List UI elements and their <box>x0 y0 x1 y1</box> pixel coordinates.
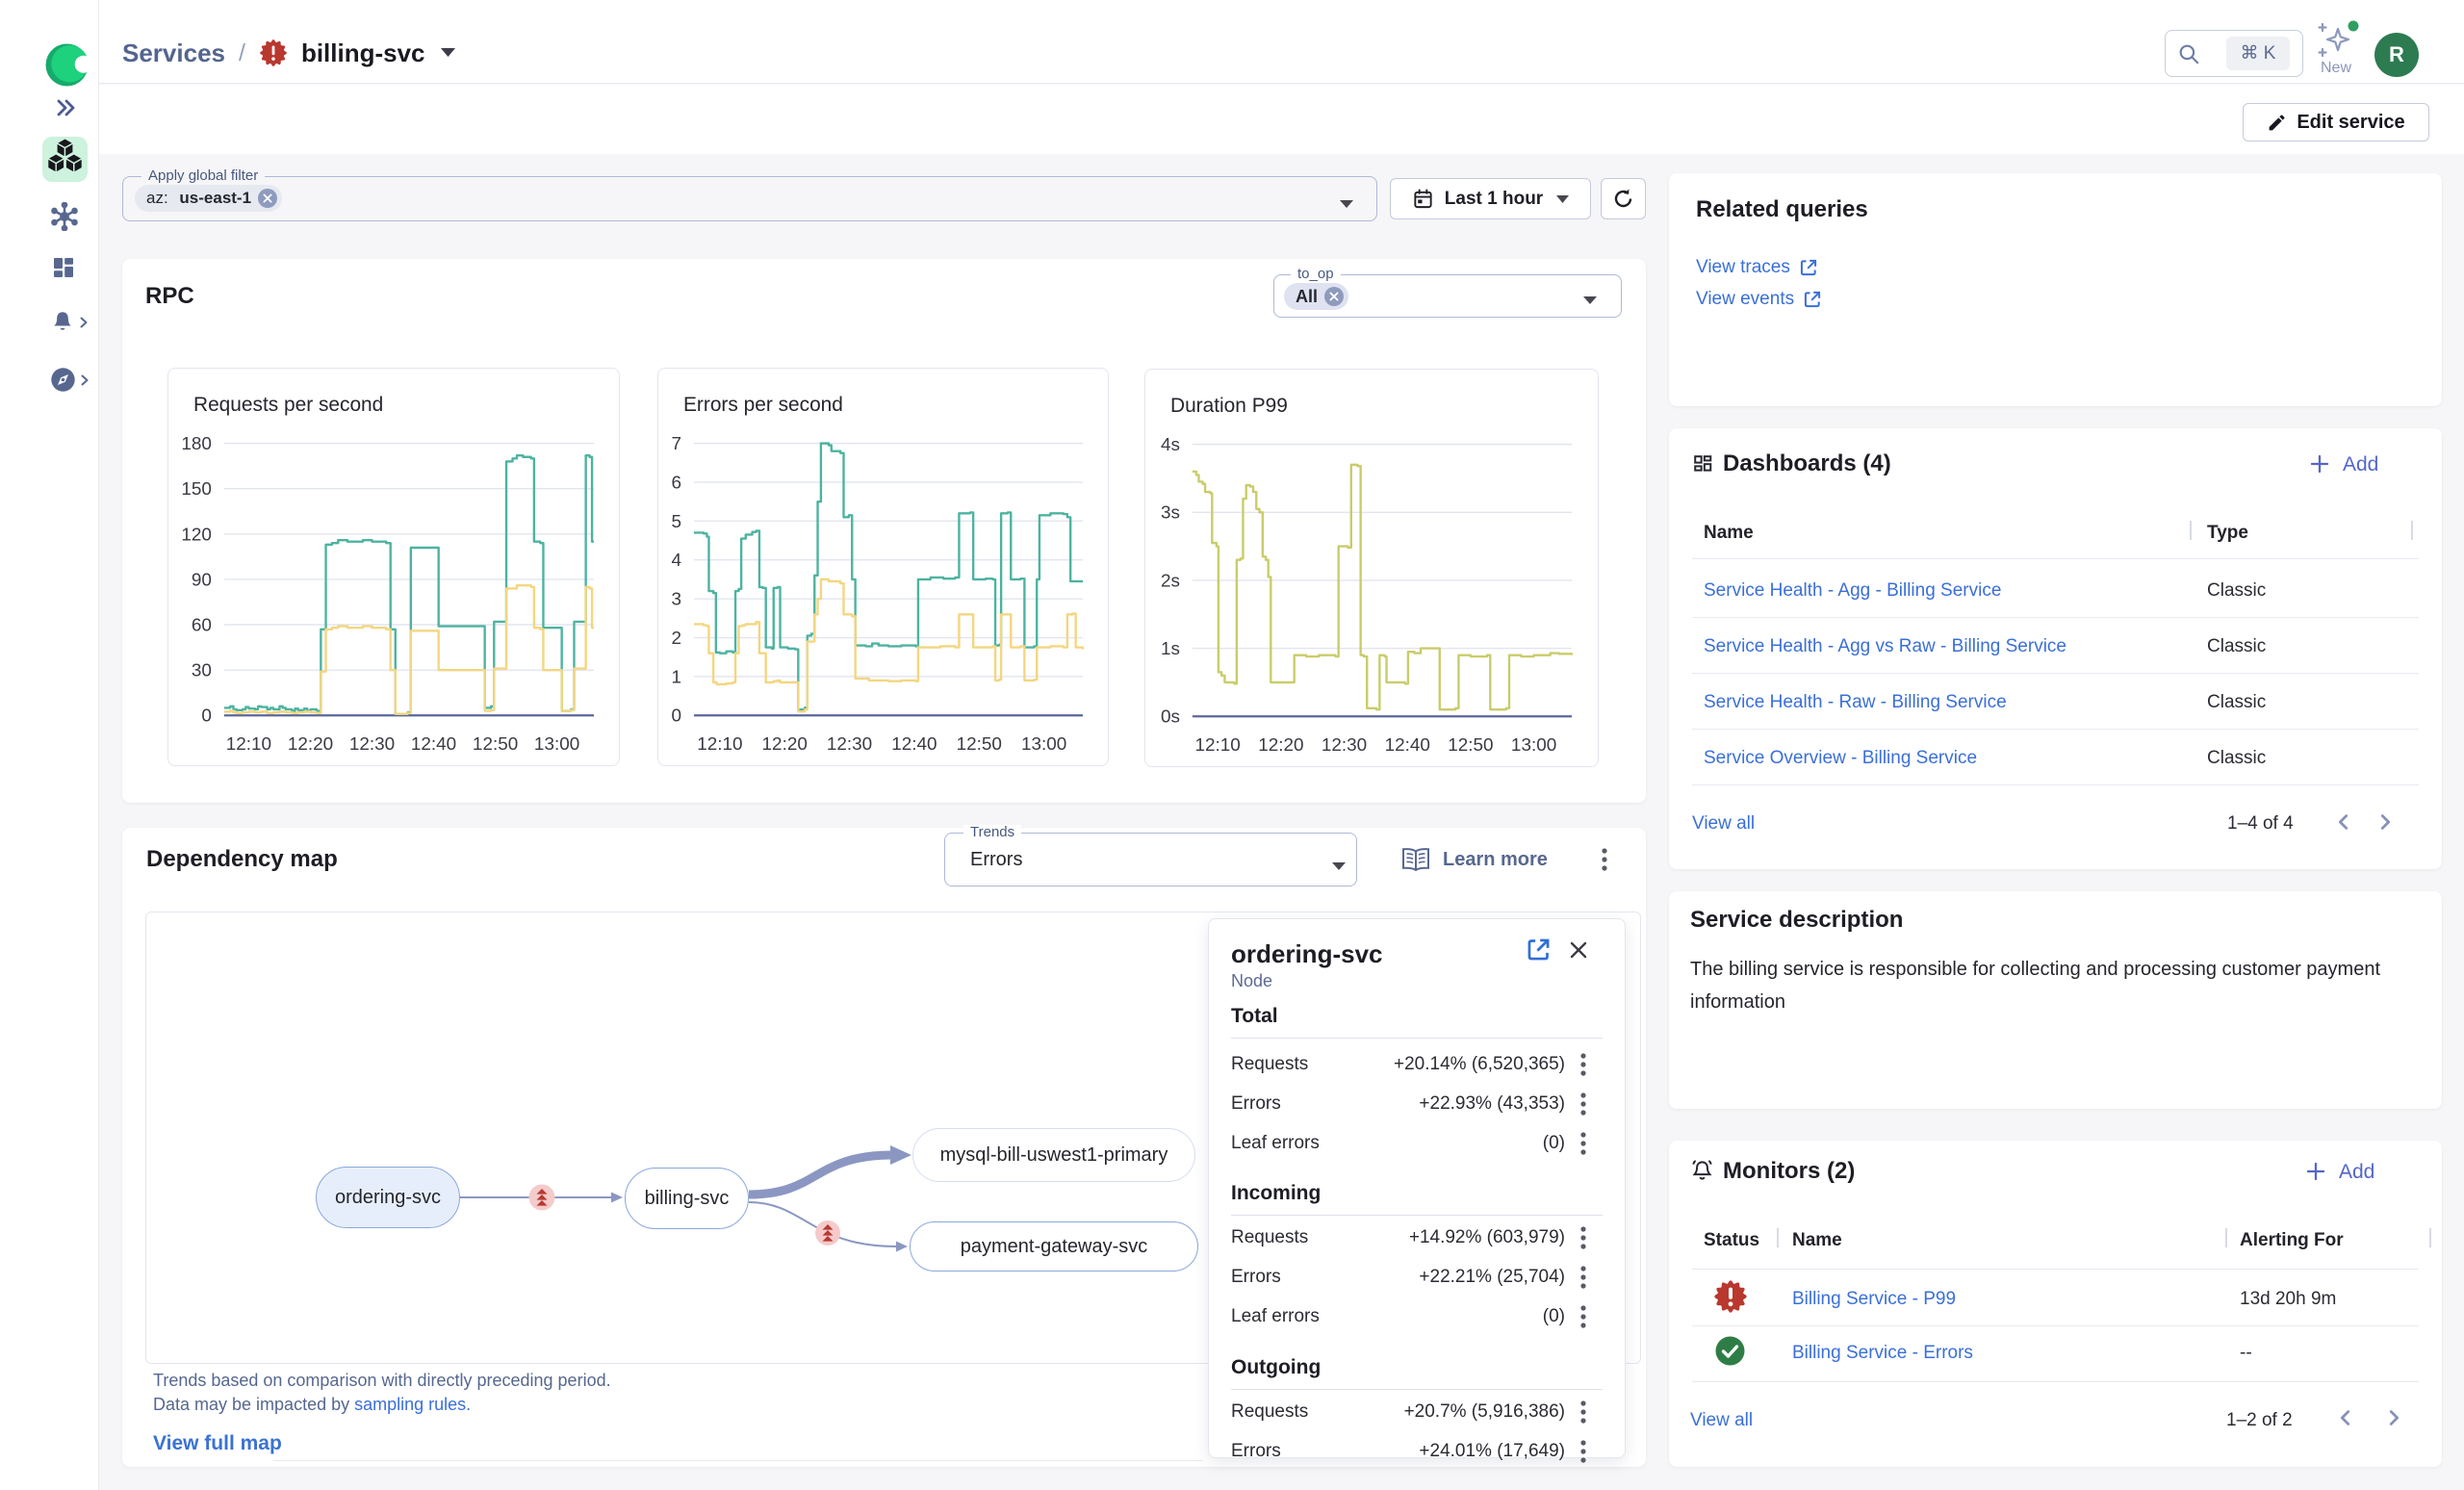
svg-text:30: 30 <box>192 661 212 681</box>
svg-text:13:00: 13:00 <box>1021 734 1066 755</box>
svg-text:12:10: 12:10 <box>1195 735 1241 756</box>
svg-text:12:20: 12:20 <box>1258 735 1303 756</box>
svg-text:12:40: 12:40 <box>891 734 937 755</box>
svg-text:12:50: 12:50 <box>1448 735 1493 756</box>
svg-text:1s: 1s <box>1161 639 1180 659</box>
svg-text:7: 7 <box>672 434 682 454</box>
svg-text:Errors per second: Errors per second <box>683 394 843 416</box>
svg-text:12:10: 12:10 <box>226 734 271 755</box>
svg-text:12:20: 12:20 <box>762 734 808 755</box>
svg-text:13:00: 13:00 <box>1511 735 1556 756</box>
svg-text:3s: 3s <box>1161 503 1180 524</box>
svg-text:6: 6 <box>672 473 682 493</box>
svg-text:0: 0 <box>201 706 212 727</box>
svg-text:13:00: 13:00 <box>534 734 579 755</box>
svg-text:12:10: 12:10 <box>697 734 742 755</box>
svg-text:5: 5 <box>672 512 682 532</box>
svg-text:Duration P99: Duration P99 <box>1170 395 1288 417</box>
svg-text:4: 4 <box>672 551 682 571</box>
svg-text:0s: 0s <box>1161 707 1180 728</box>
svg-text:150: 150 <box>181 479 212 500</box>
svg-text:2s: 2s <box>1161 571 1180 591</box>
svg-text:12:30: 12:30 <box>349 734 395 755</box>
svg-text:0: 0 <box>672 706 682 727</box>
svg-text:Requests per second: Requests per second <box>193 394 383 416</box>
svg-text:2: 2 <box>672 629 682 649</box>
svg-text:12:30: 12:30 <box>1322 735 1367 756</box>
svg-text:12:40: 12:40 <box>411 734 456 755</box>
svg-text:1: 1 <box>672 667 682 687</box>
svg-text:120: 120 <box>181 525 212 545</box>
svg-text:4s: 4s <box>1161 435 1180 455</box>
svg-text:60: 60 <box>192 615 212 635</box>
svg-text:12:30: 12:30 <box>827 734 872 755</box>
svg-text:12:20: 12:20 <box>288 734 333 755</box>
svg-text:12:50: 12:50 <box>957 734 1002 755</box>
svg-text:3: 3 <box>672 590 682 610</box>
svg-text:180: 180 <box>181 434 212 454</box>
svg-text:12:40: 12:40 <box>1385 735 1430 756</box>
svg-text:12:50: 12:50 <box>473 734 518 755</box>
svg-text:90: 90 <box>192 570 212 590</box>
